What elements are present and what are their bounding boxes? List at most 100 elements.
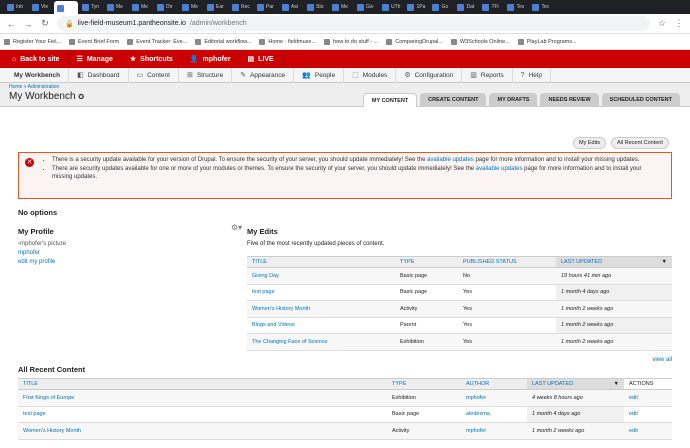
- available-updates-link[interactable]: available updates: [427, 157, 474, 163]
- admin-menu-item[interactable]: 👥 People: [294, 67, 345, 83]
- bookmark-item[interactable]: Editorial workflow...: [195, 38, 251, 45]
- content-title-link[interactable]: test page: [18, 406, 387, 423]
- content-title-link[interactable]: The Changing Face of Science: [247, 333, 395, 351]
- content-title-link[interactable]: Giving Day: [247, 267, 395, 285]
- browser-tab[interactable]: Giv: [354, 1, 378, 13]
- browser-tab[interactable]: Par: [254, 1, 278, 13]
- admin-menu-item[interactable]: ⊞ Structure: [179, 67, 233, 83]
- content-title-link[interactable]: First Kings of Europe: [18, 389, 387, 407]
- browser-tab[interactable]: Me: [104, 1, 128, 13]
- url-field[interactable]: 🔒 live-field-museum1.pantheonsite.io/adm…: [57, 16, 650, 31]
- browser-tab[interactable]: Tyn: [79, 1, 103, 13]
- content-title-link[interactable]: Women's History Month: [18, 422, 387, 440]
- browser-tab[interactable]: Rec: [229, 1, 253, 13]
- content-title-link[interactable]: Blogs and Videos: [247, 317, 395, 334]
- view-all-link[interactable]: view all: [652, 357, 672, 363]
- content-title-link[interactable]: test page: [247, 284, 395, 301]
- column-header[interactable]: TYPE: [395, 256, 458, 268]
- address-bar-row: ← → ↻ 🔒 live-field-museum1.pantheonsite.…: [0, 14, 690, 34]
- browser-tab[interactable]: Asi: [279, 1, 303, 13]
- edit-link[interactable]: edit: [624, 389, 672, 407]
- bookmark-item[interactable]: Event Tracker: Eve...: [127, 38, 187, 45]
- bookmark-item[interactable]: Event Brief Form: [69, 38, 119, 45]
- browser-tab[interactable]: Sto: [304, 1, 328, 13]
- browser-tab[interactable]: UTh: [379, 1, 403, 13]
- browser-tab[interactable]: Dir: [154, 1, 178, 13]
- bookmark-item[interactable]: W3Schools Online...: [450, 38, 510, 45]
- page-tab[interactable]: NEEDS REVIEW: [540, 93, 599, 107]
- page-tab[interactable]: SCHEDULED CONTENT: [601, 93, 680, 107]
- admin-menu-item[interactable]: My Workbench: [6, 67, 70, 83]
- breadcrumb[interactable]: Home » Administration: [9, 84, 59, 90]
- browser-tab-label: Giv: [366, 4, 374, 10]
- browser-tab[interactable]: Inb: [4, 1, 28, 13]
- shortcuts-link[interactable]: ★ Shortcuts: [122, 50, 182, 68]
- browser-tab[interactable]: Ear: [204, 1, 228, 13]
- user-link[interactable]: 👤 mphofer: [182, 50, 240, 68]
- column-header[interactable]: TYPE: [387, 378, 461, 390]
- page-tab[interactable]: MY CONTENT: [362, 93, 418, 107]
- bookmark-item[interactable]: Home · fieldmuse...: [259, 38, 316, 45]
- back-arrow-icon[interactable]: ←: [6, 19, 16, 29]
- environment-link[interactable]: ▤ LIVE: [240, 50, 283, 68]
- browser-tab[interactable]: Me: [329, 1, 353, 13]
- browser-tab[interactable]: TFi: [479, 1, 503, 13]
- bookmark-item[interactable]: how to do stuff - ...: [324, 38, 378, 45]
- my-edits-button[interactable]: My Edits: [573, 137, 607, 149]
- forward-arrow-icon[interactable]: →: [23, 19, 33, 29]
- page-tabs: MY CONTENT CREATE CONTENT MY DRAFTS NEEDS R…: [362, 93, 680, 107]
- browser-tab[interactable]: Tec: [529, 1, 553, 13]
- bookmark-item[interactable]: Register Your Fiel...: [4, 38, 61, 45]
- admin-menu-item[interactable]: ⬚ Modules: [344, 67, 397, 83]
- star-icon[interactable]: ☆: [657, 18, 667, 29]
- available-updates-link[interactable]: available updates: [476, 166, 523, 172]
- column-header[interactable]: AUTHOR: [461, 378, 527, 390]
- my-edits-table: TITLE TYPE PUBLISHED STATUS LAST UPDATED ▼ …: [247, 256, 672, 351]
- bookmark-favicon-icon: [517, 38, 524, 45]
- admin-menu-item[interactable]: ◧ Dashboard: [69, 67, 129, 83]
- column-header[interactable]: PUBLISHED STATUS: [458, 256, 556, 268]
- edit-link[interactable]: edit: [624, 406, 672, 423]
- bookmark-item[interactable]: PlayLab Programs...: [517, 38, 577, 45]
- gear-icon[interactable]: ⚙▾: [231, 223, 242, 232]
- column-header[interactable]: LAST UPDATED ▼: [527, 378, 624, 390]
- edit-link[interactable]: edit: [624, 422, 672, 440]
- edit-profile-link[interactable]: edit my profile: [18, 259, 55, 265]
- profile-name-link[interactable]: mphofer: [18, 250, 40, 256]
- browser-tab-label: Me: [341, 4, 348, 10]
- all-recent-button[interactable]: All Recent Content: [611, 137, 669, 149]
- author-link[interactable]: aledesma: [461, 406, 527, 423]
- table-row: Blogs and Videos Parent Yes 1 month 2 weeks…: [247, 317, 672, 334]
- browser-tab[interactable]: Vie: [29, 1, 53, 13]
- admin-menu-item[interactable]: ✎ Appearance: [232, 67, 295, 83]
- admin-menu-item[interactable]: ▭ Content: [129, 67, 179, 83]
- reload-icon[interactable]: ↻: [40, 18, 50, 29]
- browser-tab[interactable]: Me: [179, 1, 203, 13]
- author-link[interactable]: mphofer: [461, 389, 527, 407]
- page-tab[interactable]: CREATE CONTENT: [420, 93, 487, 107]
- column-header[interactable]: LAST UPDATED ▼: [556, 256, 672, 268]
- column-header[interactable]: TITLE: [247, 256, 395, 268]
- content-title-link[interactable]: Women's History Month: [247, 300, 395, 318]
- my-edits-title: My Edits: [247, 227, 278, 236]
- browser-tab[interactable]: Me: [129, 1, 153, 13]
- bookmark-item[interactable]: ComparingDrupal...: [386, 38, 443, 45]
- menu-dots-icon[interactable]: ⋮: [674, 18, 684, 29]
- manage-link[interactable]: ☰ Manage: [69, 50, 122, 68]
- author-link[interactable]: mphofer: [461, 422, 527, 440]
- page-tab[interactable]: MY DRAFTS: [489, 93, 538, 107]
- browser-tab[interactable]: Dat: [454, 1, 478, 13]
- bookmark-label: ComparingDrupal...: [395, 38, 443, 45]
- browser-tab[interactable]: Go: [429, 1, 453, 13]
- column-header[interactable]: TITLE: [18, 378, 387, 390]
- browser-tab[interactable]: 1Pa: [404, 1, 428, 13]
- admin-menu-item[interactable]: ? Help: [513, 67, 551, 83]
- browser-tab[interactable]: [54, 1, 78, 14]
- shortcut-star-icon[interactable]: ✪: [78, 94, 84, 101]
- live-label: LIVE: [258, 55, 274, 63]
- browser-tab[interactable]: Tex: [504, 1, 528, 13]
- back-to-site-link[interactable]: ⌂ Back to site: [4, 50, 69, 68]
- admin-menu-item[interactable]: ▥ Reports: [462, 67, 513, 83]
- admin-menu-item[interactable]: ⚙ Configuration: [396, 67, 463, 83]
- admin-menu-label: Help: [528, 71, 542, 79]
